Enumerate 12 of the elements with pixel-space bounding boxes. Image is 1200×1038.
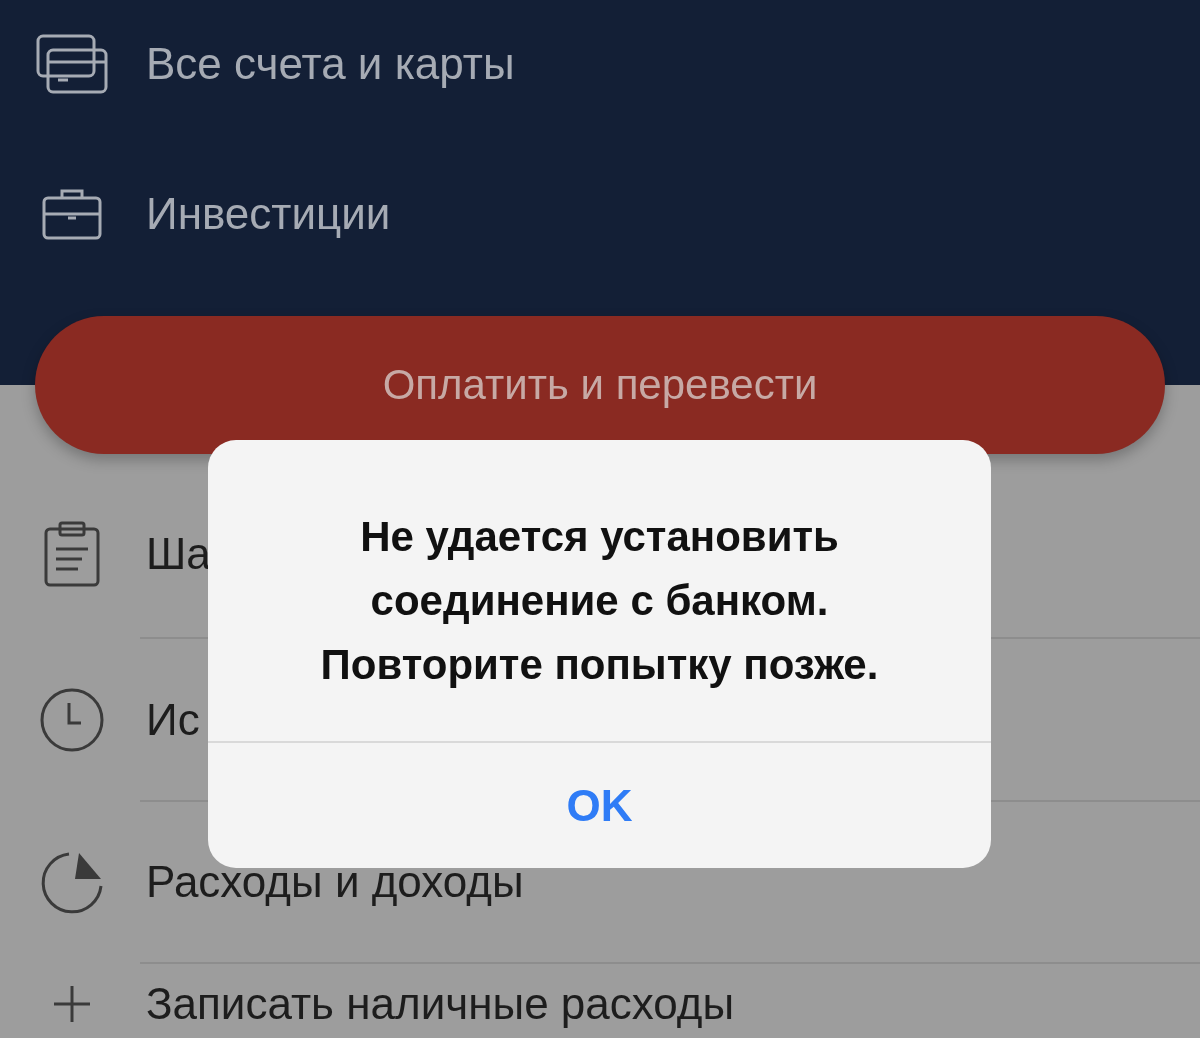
plus-icon	[52, 984, 92, 1024]
cards-icon	[36, 34, 108, 94]
clipboard-icon	[42, 520, 102, 587]
ok-button[interactable]: OK	[208, 741, 991, 868]
clock-icon	[39, 686, 105, 753]
alert-message: Не удается установить соединение с банком. Повторите попытку позже.	[319, 511, 880, 690]
menu-item[interactable]: Записать наличные расходы	[146, 979, 735, 1029]
menu-item[interactable]: Ша	[146, 528, 211, 579]
pay-transfer-button[interactable]: Оплатить и перевести	[35, 316, 1165, 454]
menu-item[interactable]: Инвестиции	[146, 189, 391, 239]
menu-item[interactable]: Ис	[146, 694, 200, 745]
menu-item[interactable]: Все счета и карты	[146, 39, 515, 89]
